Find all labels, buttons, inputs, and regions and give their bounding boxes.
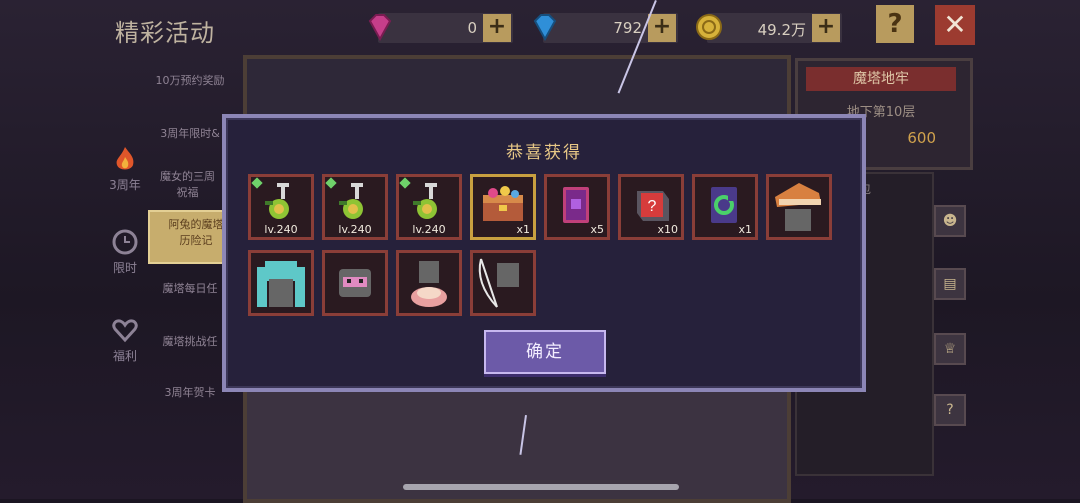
help-button[interactable]: ? <box>876 5 914 43</box>
key-potion-icon <box>265 183 289 219</box>
currency-blue-gem: 792 + <box>533 13 678 43</box>
book-icon[interactable]: ▤ <box>934 268 966 300</box>
reward-item-bow-weapon[interactable] <box>470 250 536 316</box>
reward-item-orange-hat[interactable] <box>766 174 832 240</box>
reward-item-red-question-block[interactable]: ? x10 <box>618 174 684 240</box>
category-label: 福利 <box>112 349 137 363</box>
item-level: lv.240 <box>338 223 372 236</box>
close-button[interactable]: ✕ <box>935 5 975 45</box>
item-quantity: x10 <box>657 223 678 236</box>
reward-item-pink-skirt[interactable] <box>396 250 462 316</box>
reward-item-green-key-potion[interactable]: lv.240 <box>396 174 462 240</box>
clock-icon <box>112 229 138 255</box>
svg-text:?: ? <box>648 198 657 215</box>
item-level: lv.240 <box>412 223 446 236</box>
gold-coin-icon <box>696 14 722 40</box>
key-potion-icon <box>339 183 363 219</box>
add-pink-gem-button[interactable]: + <box>483 14 511 42</box>
mask-icon <box>339 269 371 297</box>
currency-gold: 49.2万 + <box>696 13 842 43</box>
reward-item-cyan-twintail-hair[interactable] <box>248 250 314 316</box>
sidebar-item-label: 魔女的三周 祝福 <box>160 170 215 199</box>
item-quantity: x1 <box>516 223 530 236</box>
hair-icon <box>257 261 305 307</box>
reward-item-green-refresh-card[interactable]: x1 <box>692 174 758 240</box>
hat-icon <box>775 183 821 231</box>
gold-amount: 49.2万 <box>757 21 806 39</box>
add-gold-button[interactable]: + <box>812 14 840 42</box>
category-welfare[interactable]: 福利 <box>100 316 150 364</box>
tower-title: 魔塔地牢 <box>806 67 956 91</box>
item-quantity: x1 <box>738 223 752 236</box>
skirt-icon <box>411 261 447 307</box>
category-anniversary[interactable]: 3周年 <box>100 145 150 193</box>
item-level: lv.240 <box>264 223 298 236</box>
blue-gem-icon <box>533 14 557 42</box>
scene-floor <box>247 389 787 499</box>
category-label: 限时 <box>112 261 137 275</box>
reward-item-purple-monster-card[interactable]: x5 <box>544 174 610 240</box>
category-label: 3周年 <box>109 178 141 192</box>
key-potion-icon <box>413 183 437 219</box>
reward-dialog: 恭喜获得 lv.240 lv.240 lv.240 x1 x5 ? x10 x1… <box>222 114 866 392</box>
heart-icon <box>112 319 138 343</box>
sidebar-item-label: 阿兔的魔塔 历险记 <box>168 218 224 247</box>
reward-item-treasure-chest[interactable]: x1 <box>470 174 536 240</box>
confirm-button[interactable]: 确定 <box>484 330 606 374</box>
page-title: 精彩活动 <box>115 19 215 47</box>
question-icon[interactable]: ? <box>934 394 966 426</box>
sidebar-item-witch-blessing[interactable]: 魔女的三周 祝福 <box>140 168 235 200</box>
reward-item-green-key-potion[interactable]: lv.240 <box>248 174 314 240</box>
trophy-icon[interactable]: ♕ <box>934 333 966 365</box>
dialog-title: 恭喜获得 <box>506 143 582 163</box>
character-icon[interactable]: ☻ <box>934 205 966 237</box>
add-blue-gem-button[interactable]: + <box>648 14 676 42</box>
blue-gem-amount: 792 <box>613 19 642 37</box>
reward-item-green-key-potion[interactable]: lv.240 <box>322 174 388 240</box>
pink-gem-amount: 0 <box>467 19 477 37</box>
item-quantity: x5 <box>590 223 604 236</box>
sidebar-item-reservation[interactable]: 10万预约奖励 <box>140 72 240 88</box>
bow-icon <box>478 258 519 308</box>
tower-value: 600 <box>907 129 936 147</box>
pink-gem-icon <box>368 14 392 42</box>
category-limited[interactable]: 限时 <box>100 228 150 276</box>
reward-item-pink-mask[interactable] <box>322 250 388 316</box>
home-indicator <box>403 484 679 490</box>
currency-pink-gem: 0 + <box>368 13 513 43</box>
flame-icon <box>116 147 134 170</box>
